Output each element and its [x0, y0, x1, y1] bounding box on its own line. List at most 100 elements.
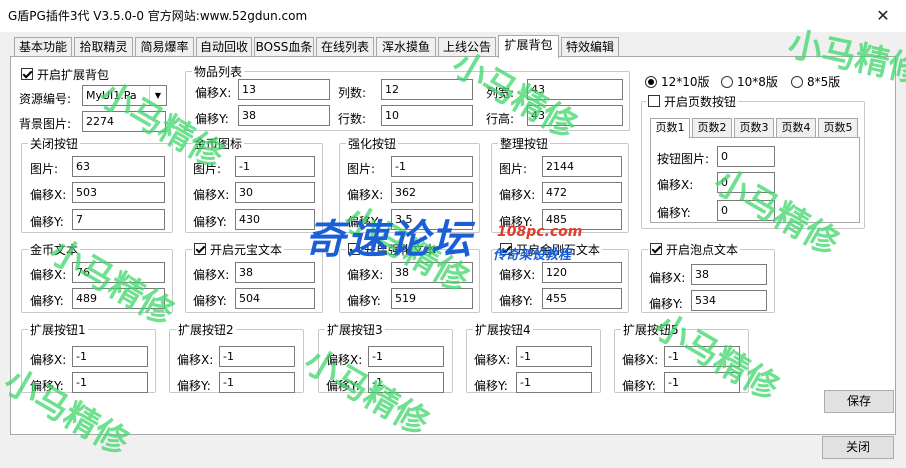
page-btn-y-input[interactable]: 0	[717, 200, 775, 221]
ext-btn1-y-input[interactable]: -1	[72, 372, 148, 393]
layout-option-8x5[interactable]: 8*5版	[791, 73, 840, 90]
tab-online-list[interactable]: 在线列表	[316, 37, 374, 57]
enhance-btn-x-label: 偏移X:	[347, 188, 384, 202]
yuanbao-text-y-input[interactable]: 504	[235, 288, 315, 309]
layout-option-12x10[interactable]: 12*10版	[645, 73, 710, 90]
item-col-width-input[interactable]: 43	[527, 79, 623, 100]
gold-text-y-input[interactable]: 489	[72, 288, 165, 309]
subtab-page-4[interactable]: 页数4	[776, 118, 816, 137]
tab-boss-hp[interactable]: BOSS血条	[254, 37, 314, 57]
page-buttons-check-icon[interactable]	[648, 95, 660, 107]
yuanbao-text-check-icon[interactable]	[194, 243, 206, 255]
item-offset-y-label: 偏移Y:	[195, 112, 229, 126]
enhance-btn-y-input[interactable]: 3.5	[391, 209, 473, 230]
close-btn-y-input[interactable]: 7	[72, 209, 165, 230]
radio-12x10-icon[interactable]	[645, 76, 657, 88]
enhance-text-check-icon[interactable]	[348, 243, 360, 255]
yuanbao-text-x-input[interactable]: 38	[235, 262, 315, 283]
close-btn-y-label: 偏移Y:	[30, 215, 64, 229]
arrange-btn-group-title: 整理按钮	[498, 135, 551, 152]
item-rows-input[interactable]: 10	[381, 105, 473, 126]
page-btn-x-input[interactable]: 0	[717, 172, 775, 193]
item-row-height-input[interactable]: 43	[527, 105, 623, 126]
tab-fishing[interactable]: 浑水摸鱼	[376, 37, 436, 57]
save-button[interactable]: 保存	[824, 390, 894, 413]
resource-select[interactable]: MyUI1.Pa ▼	[82, 85, 167, 106]
radio-8x5-icon[interactable]	[791, 76, 803, 88]
tab-basic[interactable]: 基本功能	[14, 37, 72, 57]
ext-btn5-x-input[interactable]: -1	[664, 346, 740, 367]
page-btn-img-input[interactable]: 0	[717, 146, 775, 167]
layout-option-10x8[interactable]: 10*8版	[721, 73, 778, 90]
bg-image-label: 背景图片:	[19, 117, 72, 131]
enhance-text-y-input[interactable]: 519	[391, 288, 473, 309]
gold-icon-y-input[interactable]: 430	[235, 209, 315, 230]
ext-btn5-y-label: 偏移Y:	[622, 379, 656, 393]
ext-btn4-y-label: 偏移Y:	[474, 379, 508, 393]
ext-btn2-y-input[interactable]: -1	[219, 372, 295, 393]
tab-pickup[interactable]: 拾取精灵	[74, 37, 133, 57]
close-btn-x-input[interactable]: 503	[72, 182, 165, 203]
tab-effect-edit[interactable]: 特效编辑	[561, 37, 619, 57]
ext-btn4-title: 扩展按钮4	[473, 321, 533, 338]
page-buttons-toggle[interactable]: 开启页数按钮	[646, 93, 739, 110]
ext-btn3-x-label: 偏移X:	[326, 353, 363, 367]
gold-icon-x-input[interactable]: 30	[235, 182, 315, 203]
ext-btn5-y-input[interactable]: -1	[664, 372, 740, 393]
ext-btn4-x-label: 偏移X:	[474, 353, 511, 367]
enhance-text-x-input[interactable]: 38	[391, 262, 473, 283]
gold-icon-img-input[interactable]: -1	[235, 156, 315, 177]
arrange-btn-img-input[interactable]: 2144	[542, 156, 622, 177]
arrange-btn-x-input[interactable]: 472	[542, 182, 622, 203]
item-list-title: 物品列表	[192, 63, 245, 80]
subtab-page-5[interactable]: 页数5	[818, 118, 858, 137]
tab-recycle[interactable]: 自动回收	[196, 37, 252, 57]
diamond-text-y-input[interactable]: 455	[542, 288, 622, 309]
close-btn-img-label: 图片:	[30, 162, 59, 176]
ext-btn3-y-input[interactable]: -1	[368, 372, 444, 393]
paodian-text-x-input[interactable]: 38	[691, 264, 767, 285]
item-offset-x-input[interactable]: 13	[238, 79, 330, 100]
paodian-text-y-input[interactable]: 534	[691, 290, 767, 311]
enhance-text-toggle[interactable]: 开启强化文本	[346, 241, 439, 258]
diamond-text-x-input[interactable]: 120	[542, 262, 622, 283]
item-cols-input[interactable]: 12	[381, 79, 473, 100]
ext-btn1-x-input[interactable]: -1	[72, 346, 148, 367]
subtab-page-3[interactable]: 页数3	[734, 118, 774, 137]
enhance-text-title: 开启强化文本	[364, 243, 437, 257]
gold-text-x-label: 偏移X:	[30, 268, 67, 282]
enhance-btn-img-input[interactable]: -1	[391, 156, 473, 177]
arrange-btn-y-input[interactable]: 485	[542, 209, 622, 230]
yuanbao-text-toggle[interactable]: 开启元宝文本	[192, 241, 285, 258]
bg-image-input[interactable]: 2274	[82, 111, 166, 132]
enable-bag-checkbox[interactable]: 开启扩展背包	[21, 66, 109, 83]
diamond-text-check-icon[interactable]	[500, 243, 512, 255]
gold-text-x-input[interactable]: 76	[72, 262, 165, 283]
enhance-btn-x-input[interactable]: 362	[391, 182, 473, 203]
ext-btn2-y-label: 偏移Y:	[177, 379, 211, 393]
paodian-text-check-icon[interactable]	[650, 243, 662, 255]
diamond-text-x-label: 偏移X:	[499, 268, 536, 282]
item-offset-y-input[interactable]: 38	[238, 105, 330, 126]
ext-btn3-x-input[interactable]: -1	[368, 346, 444, 367]
close-btn-img-input[interactable]: 63	[72, 156, 165, 177]
subtab-page-2[interactable]: 页数2	[692, 118, 732, 137]
tab-expand-bag[interactable]: 扩展背包	[498, 35, 559, 58]
radio-10x8-icon[interactable]	[721, 76, 733, 88]
paodian-text-toggle[interactable]: 开启泡点文本	[648, 241, 741, 258]
window-close-icon[interactable]: ✕	[860, 0, 906, 32]
ext-btn4-y-input[interactable]: -1	[516, 372, 592, 393]
ext-btn4-x-input[interactable]: -1	[516, 346, 592, 367]
ext-btn2-x-input[interactable]: -1	[219, 346, 295, 367]
chevron-down-icon[interactable]: ▼	[149, 86, 166, 105]
enhance-text-x-label: 偏移X:	[347, 268, 384, 282]
diamond-text-y-label: 偏移Y:	[499, 294, 533, 308]
diamond-text-toggle[interactable]: 开启金刚石文本	[498, 241, 603, 258]
diamond-text-title: 开启金刚石文本	[516, 243, 601, 257]
subtab-page-1[interactable]: 页数1	[650, 118, 690, 138]
enable-bag-check-icon[interactable]	[21, 68, 33, 80]
close-button[interactable]: 关闭	[822, 436, 894, 459]
tab-droprate[interactable]: 简易爆率	[135, 37, 194, 57]
ext-btn3-y-label: 偏移Y:	[326, 379, 360, 393]
tab-announce[interactable]: 上线公告	[438, 37, 496, 57]
